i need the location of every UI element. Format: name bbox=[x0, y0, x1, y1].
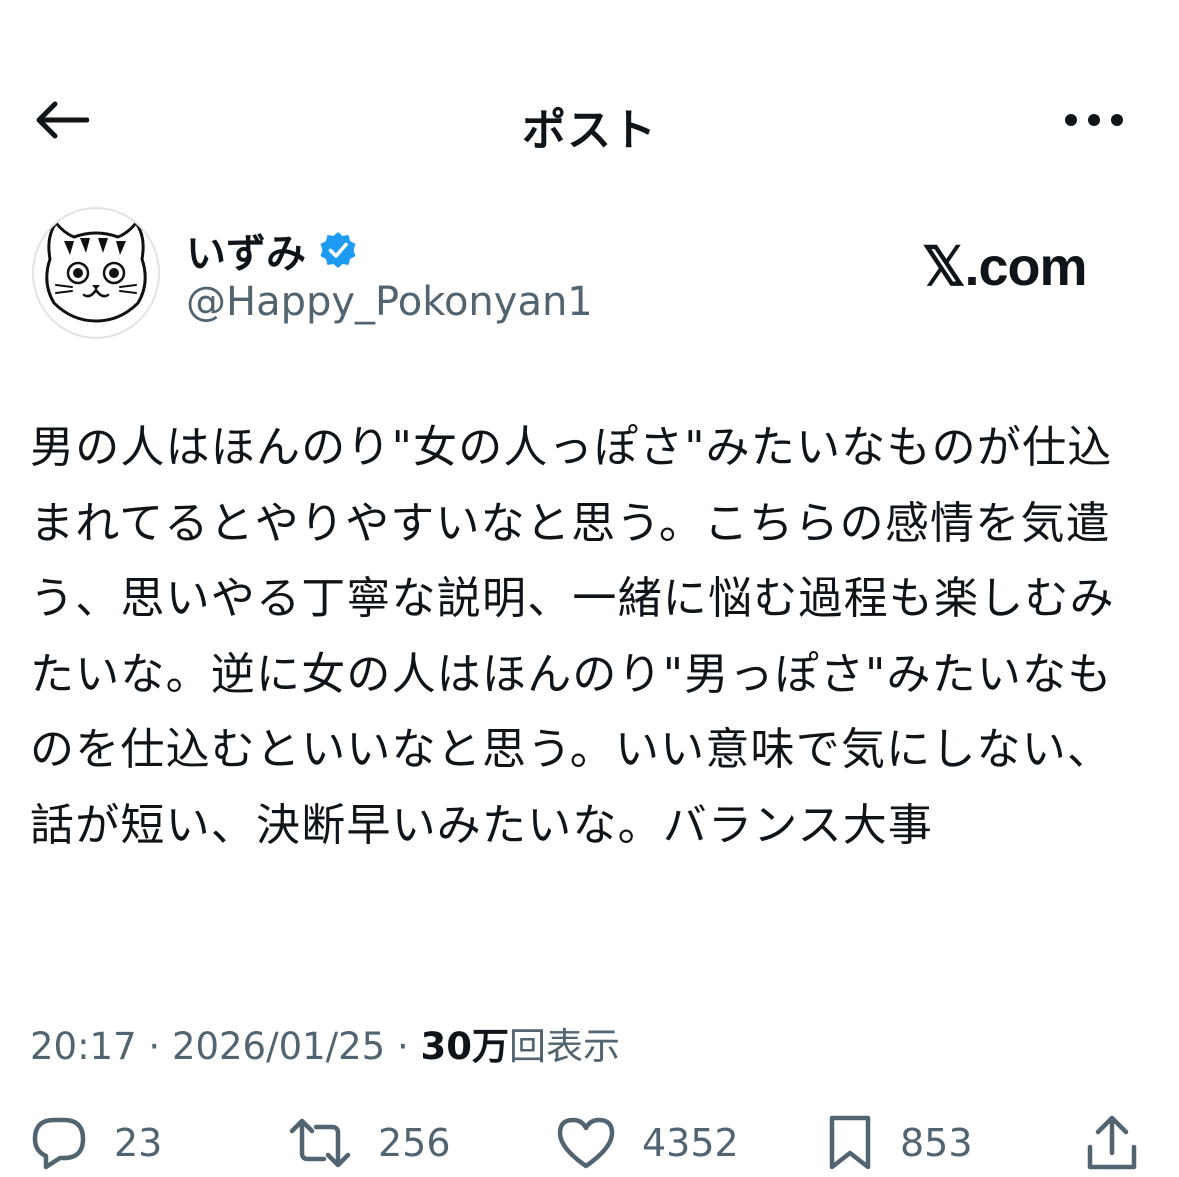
display-name-row: いずみ bbox=[186, 221, 358, 279]
reply-count: 23 bbox=[114, 1121, 163, 1165]
cat-avatar-icon bbox=[45, 220, 147, 323]
tweet-text: 男の人はほんのり"女の人っぽさ"みたいなものが仕込まれてるとやりやすいなと思う。… bbox=[30, 422, 1115, 851]
user-handle[interactable]: @Happy_Pokonyan1 bbox=[186, 279, 593, 325]
views-count: 30万 bbox=[420, 1025, 510, 1068]
like-button[interactable]: 4352 bbox=[556, 1110, 739, 1176]
more-options-button[interactable] bbox=[1054, 96, 1134, 144]
repost-button[interactable]: 256 bbox=[288, 1110, 451, 1176]
repost-icon bbox=[289, 1118, 351, 1168]
display-name[interactable]: いずみ bbox=[186, 221, 306, 279]
repost-count: 256 bbox=[378, 1121, 451, 1165]
post-detail-screen: ポスト いずみ @Happy_Pokonyan1 𝕏.com 男の人はほんのり"… bbox=[0, 0, 1179, 1177]
tweet-date[interactable]: 2026/01/25 bbox=[172, 1025, 385, 1068]
author-block: いずみ @Happy_Pokonyan1 𝕏.com bbox=[0, 205, 1179, 345]
reply-icon bbox=[32, 1117, 86, 1170]
heart-icon bbox=[557, 1117, 615, 1169]
reply-button[interactable]: 23 bbox=[30, 1110, 162, 1176]
top-bar: ポスト bbox=[0, 80, 1179, 160]
meta-separator: · bbox=[148, 1025, 161, 1068]
bookmark-count: 853 bbox=[900, 1121, 973, 1165]
verified-badge-icon bbox=[320, 232, 356, 268]
tweet-time[interactable]: 20:17 bbox=[30, 1025, 137, 1068]
x-com-watermark: 𝕏.com bbox=[922, 237, 1088, 297]
more-horizontal-icon bbox=[1065, 114, 1123, 126]
share-button[interactable] bbox=[1084, 1110, 1140, 1176]
avatar[interactable] bbox=[32, 207, 160, 339]
like-count: 4352 bbox=[642, 1121, 739, 1165]
views-label: 回表示 bbox=[509, 1025, 620, 1068]
action-bar: 23 256 4352 853 bbox=[0, 1110, 1179, 1177]
meta-separator: · bbox=[396, 1025, 409, 1068]
page-title: ポスト bbox=[522, 105, 657, 156]
bookmark-icon bbox=[829, 1115, 871, 1170]
tweet-meta: 20:17 · 2026/01/25 · 30万回表示 bbox=[30, 1016, 620, 1070]
share-icon bbox=[1087, 1115, 1137, 1170]
bookmark-button[interactable]: 853 bbox=[826, 1110, 973, 1176]
